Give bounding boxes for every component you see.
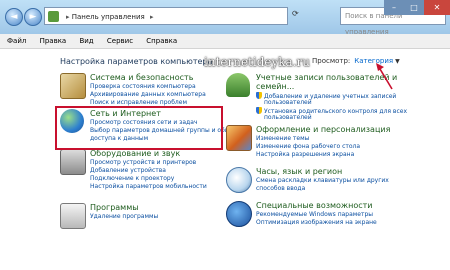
category-link[interactable]: Добавление устройства <box>90 167 166 174</box>
refresh-icon[interactable]: ⟳ <box>292 9 299 18</box>
page-title: Настройка параметров компьютера <box>60 57 213 66</box>
programs-icon <box>60 203 86 229</box>
breadcrumb-chevron-icon[interactable]: ▸ <box>150 13 154 21</box>
menu-view[interactable]: Вид <box>79 37 93 45</box>
category-title[interactable]: Оформление и персонализация <box>256 125 390 134</box>
uac-shield-icon <box>256 92 262 99</box>
category-appearance: Оформление и персонализация Изменение те… <box>226 125 446 159</box>
category-link[interactable]: Поиск и исправление проблем <box>90 99 187 106</box>
forward-button[interactable]: ► <box>24 8 42 26</box>
maximize-button[interactable]: □ <box>404 0 424 15</box>
category-link[interactable]: пользователей <box>264 99 312 106</box>
category-accessibility: Специальные возможности Рекомендуемые Wi… <box>226 201 446 229</box>
breadcrumb-chevron-icon: ▸ <box>66 13 70 21</box>
breadcrumb[interactable]: Панель управления <box>72 13 145 21</box>
menu-bar: Файл Правка Вид Сервис Справка <box>0 34 450 49</box>
users-icon <box>226 73 250 97</box>
address-bar[interactable]: ▸ Панель управления ▸ <box>44 7 288 25</box>
category-link[interactable]: Настройка разрешения экрана <box>256 151 354 158</box>
watermark: internetideyka.ru <box>204 55 310 69</box>
category-link[interactable]: Проверка состояния компьютера <box>90 83 196 90</box>
category-hardware-sound: Оборудование и звук Просмотр устройств и… <box>60 149 230 197</box>
category-link[interactable]: Просмотр устройств и принтеров <box>90 159 196 166</box>
clock-globe-icon <box>226 167 252 193</box>
category-link[interactable]: Удаление программы <box>90 213 158 220</box>
category-title-continued[interactable]: семейн... <box>256 82 294 91</box>
menu-tools[interactable]: Сервис <box>107 37 133 45</box>
category-programs: Программы Удаление программы <box>60 203 230 229</box>
category-title[interactable]: Оборудование и звук <box>90 149 180 158</box>
red-arrow-icon <box>376 63 393 90</box>
category-link[interactable]: Подключение к проектору <box>90 175 174 182</box>
category-link[interactable]: Смена раскладки клавиатуры или других <box>256 177 389 184</box>
uac-shield-icon <box>256 107 262 114</box>
menu-file[interactable]: Файл <box>7 37 26 45</box>
system-security-icon <box>60 73 86 99</box>
control-panel-content: Настройка параметров компьютера internet… <box>0 49 450 270</box>
category-user-accounts: Учетные записи пользователей и семейн...… <box>226 73 446 121</box>
category-link[interactable]: Изменение фона рабочего стола <box>256 143 360 150</box>
category-link[interactable]: пользователей <box>264 114 312 121</box>
category-clock-language-region: Часы, язык и регион Смена раскладки клав… <box>226 167 446 195</box>
category-link[interactable]: Настройка параметров мобильности <box>90 183 207 190</box>
category-link[interactable]: Изменение темы <box>256 135 309 142</box>
category-link[interactable]: способов ввода <box>256 185 305 192</box>
category-title[interactable]: Программы <box>90 203 139 212</box>
window-titlebar: ◄ ► ▸ Панель управления ▸ ⟳ Поиск в пане… <box>0 0 450 36</box>
category-link[interactable]: Оптимизация изображения на экране <box>256 219 377 226</box>
category-title[interactable]: Часы, язык и регион <box>256 167 342 176</box>
menu-help[interactable]: Справка <box>146 37 177 45</box>
category-title[interactable]: Система и безопасность <box>90 73 193 82</box>
accessibility-icon <box>226 201 252 227</box>
close-button[interactable]: ✕ <box>424 0 450 15</box>
category-link[interactable]: Рекомендуемые Windows параметры <box>256 211 373 218</box>
back-button[interactable]: ◄ <box>5 8 23 26</box>
category-title[interactable]: Специальные возможности <box>256 201 373 210</box>
highlight-box <box>55 106 223 150</box>
minimize-button[interactable]: – <box>384 0 404 15</box>
printer-icon <box>60 149 86 175</box>
menu-edit[interactable]: Правка <box>40 37 67 45</box>
appearance-icon <box>226 125 252 151</box>
category-link[interactable]: Архивирование данных компьютера <box>90 91 206 98</box>
control-panel-icon <box>48 11 59 22</box>
